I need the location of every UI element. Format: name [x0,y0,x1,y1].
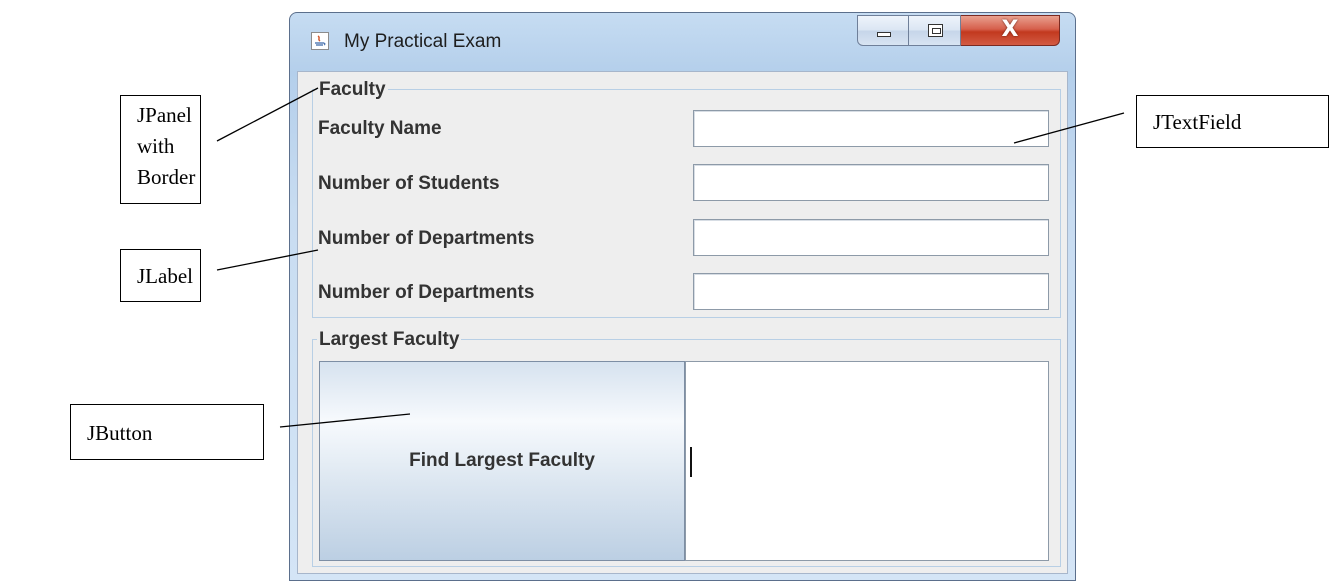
jpanel-leader-line [216,87,319,142]
jbutton-leader-line [279,413,411,428]
jlabel-leader-line [216,249,319,271]
callout-leader-lines [216,87,1125,428]
jtextfield-leader-line [1013,112,1125,144]
